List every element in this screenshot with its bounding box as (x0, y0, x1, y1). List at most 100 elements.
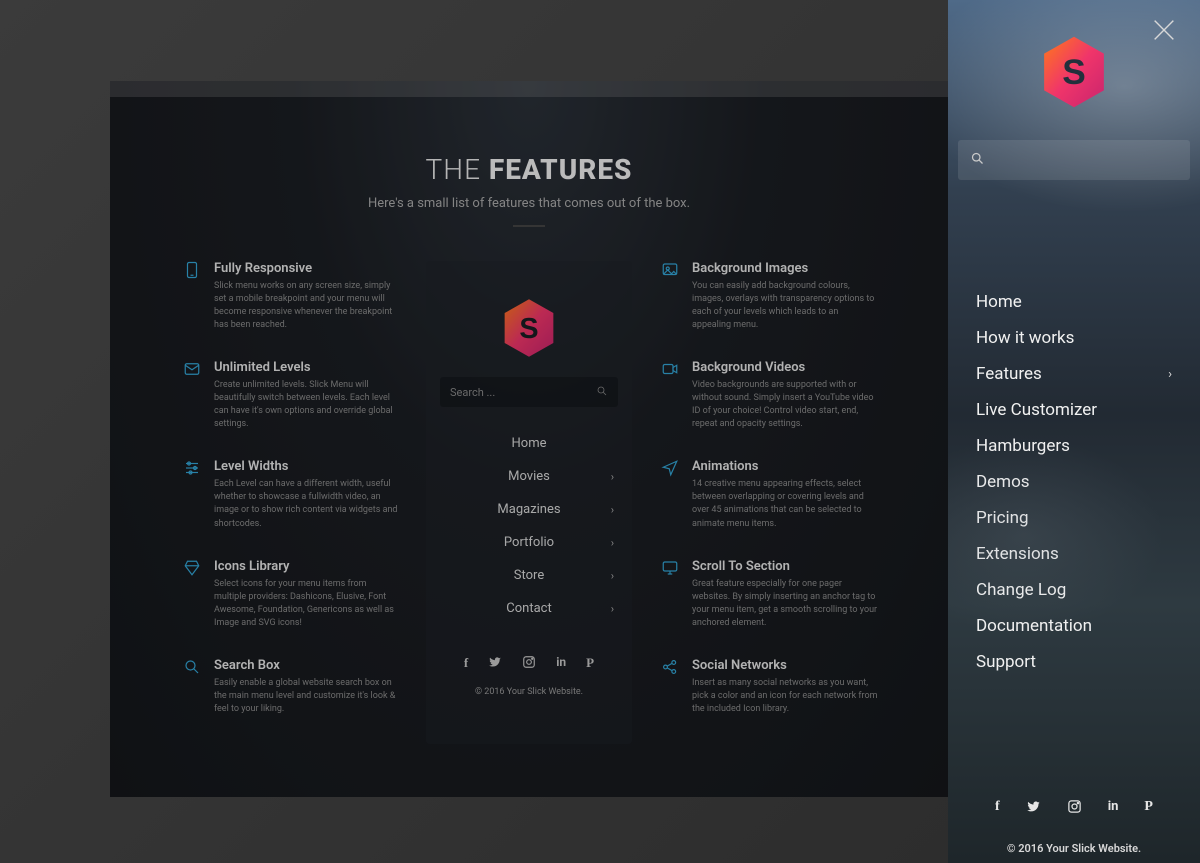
twitter-icon[interactable] (488, 655, 502, 673)
features-title-light: THE (426, 153, 481, 186)
twitter-icon[interactable] (1026, 799, 1041, 818)
sliders-icon (180, 459, 204, 483)
nav-how-it-works[interactable]: How it works (976, 320, 1172, 356)
nav-label: Pricing (976, 508, 1029, 528)
center-menu-label: Contact (506, 601, 551, 616)
center-menu-label: Store (514, 568, 544, 583)
nav-features[interactable]: Features › (976, 356, 1172, 392)
center-menu-item[interactable]: Magazines › (440, 493, 618, 526)
nav-home[interactable]: Home (976, 284, 1172, 320)
nav-label: Features (976, 364, 1042, 384)
nav-label: Demos (976, 472, 1030, 492)
feature-desc: Video backgrounds are supported with or … (692, 379, 878, 431)
chevron-right-icon: › (1168, 367, 1172, 382)
center-menu-item[interactable]: Movies › (440, 460, 618, 493)
features-title: THE FEATURES (110, 153, 948, 186)
instagram-icon[interactable] (522, 655, 536, 673)
feature-title: Animations (692, 459, 878, 474)
feature-title: Unlimited Levels (214, 360, 400, 375)
center-menu-item[interactable]: Home (440, 427, 618, 460)
nav-live-customizer[interactable]: Live Customizer (976, 392, 1172, 428)
side-footer: f in P © 2016 Your Slick Website. (948, 799, 1200, 863)
feature-desc: Slick menu works on any screen size, sim… (214, 280, 400, 332)
center-search[interactable]: Search ... (440, 377, 618, 407)
nav-extensions[interactable]: Extensions (976, 536, 1172, 572)
feature-title: Icons Library (214, 559, 400, 574)
center-menu-item[interactable]: Contact › (440, 592, 618, 625)
side-search-input[interactable] (995, 152, 1178, 168)
nav-pricing[interactable]: Pricing (976, 500, 1172, 536)
features-divider (513, 225, 545, 227)
linkedin-icon[interactable]: in (556, 655, 566, 673)
logo-icon: S (1040, 34, 1108, 110)
nav-label: Home (976, 292, 1022, 312)
monitor-icon (658, 559, 682, 583)
center-menu-item[interactable]: Portfolio › (440, 526, 618, 559)
search-icon (970, 151, 985, 170)
feature-desc: You can easily add background colours, i… (692, 280, 878, 332)
nav-label: Extensions (976, 544, 1059, 564)
close-button[interactable] (1150, 16, 1178, 44)
side-search[interactable] (958, 140, 1190, 180)
linkedin-icon[interactable]: in (1108, 799, 1119, 818)
side-socials: f in P (948, 799, 1200, 818)
chevron-right-icon: › (611, 602, 614, 615)
features-col-right: Background Images You can easily add bac… (658, 261, 878, 744)
diamond-icon (180, 559, 204, 583)
feature-desc: Insert as many social networks as you wa… (692, 677, 878, 716)
feature-level-widths: Level Widths Each Level can have a diffe… (180, 459, 400, 530)
nav-label: Documentation (976, 616, 1092, 636)
features-title-bold: FEATURES (489, 153, 633, 186)
mobile-icon (180, 261, 204, 285)
nav-documentation[interactable]: Documentation (976, 608, 1172, 644)
feature-desc: 14 creative menu appearing effects, sele… (692, 478, 878, 530)
logo-icon: S (501, 297, 557, 359)
feature-title: Social Networks (692, 658, 878, 673)
nav-change-log[interactable]: Change Log (976, 572, 1172, 608)
nav-demos[interactable]: Demos (976, 464, 1172, 500)
center-menu-label: Movies (508, 469, 550, 484)
nav-label: Support (976, 652, 1036, 672)
facebook-icon[interactable]: f (464, 655, 468, 673)
feature-unlimited-levels: Unlimited Levels Create unlimited levels… (180, 360, 400, 431)
feature-title: Background Images (692, 261, 878, 276)
feature-scroll-to-section: Scroll To Section Great feature especial… (658, 559, 878, 630)
pinterest-icon[interactable]: P (1144, 799, 1153, 818)
nav-hamburgers[interactable]: Hamburgers (976, 428, 1172, 464)
levels-icon (180, 360, 204, 384)
feature-title: Level Widths (214, 459, 400, 474)
nav-label: Hamburgers (976, 436, 1070, 456)
center-search-placeholder: Search ... (450, 386, 495, 399)
feature-bg-videos: Background Videos Video backgrounds are … (658, 360, 878, 431)
feature-responsive: Fully Responsive Slick menu works on any… (180, 261, 400, 332)
pinterest-icon[interactable]: P (586, 655, 594, 673)
instagram-icon[interactable] (1067, 799, 1082, 818)
features-panel: THE FEATURES Here's a small list of feat… (110, 81, 948, 797)
feature-desc: Select icons for your menu items from mu… (214, 578, 400, 630)
features-subtitle: Here's a small list of features that com… (110, 196, 948, 211)
nav-label: Live Customizer (976, 400, 1097, 420)
share-icon (658, 658, 682, 682)
image-icon (658, 261, 682, 285)
feature-desc: Create unlimited levels. Slick Menu will… (214, 379, 400, 431)
facebook-icon[interactable]: f (995, 799, 1000, 818)
feature-desc: Great feature especially for one pager w… (692, 578, 878, 630)
svg-text:S: S (1062, 53, 1086, 92)
send-icon (658, 459, 682, 483)
feature-desc: Easily enable a global website search bo… (214, 677, 400, 716)
nav-support[interactable]: Support (976, 644, 1172, 680)
center-menu-label: Magazines (497, 502, 560, 517)
feature-title: Scroll To Section (692, 559, 878, 574)
side-copyright: © 2016 Your Slick Website. (948, 842, 1200, 855)
center-menu-mock: S Search ... Home Movies › Magazines › (426, 261, 632, 744)
nav-label: How it works (976, 328, 1074, 348)
feature-title: Fully Responsive (214, 261, 400, 276)
feature-search-box: Search Box Easily enable a global websit… (180, 658, 400, 716)
side-menu: S Home How it works Features › Live Cust… (948, 0, 1200, 863)
center-menu-label: Portfolio (504, 535, 554, 550)
center-menu-item[interactable]: Store › (440, 559, 618, 592)
center-menu-label: Home (512, 436, 547, 451)
feature-desc: Each Level can have a different width, u… (214, 478, 400, 530)
features-col-left: Fully Responsive Slick menu works on any… (180, 261, 400, 744)
svg-text:S: S (519, 313, 538, 345)
